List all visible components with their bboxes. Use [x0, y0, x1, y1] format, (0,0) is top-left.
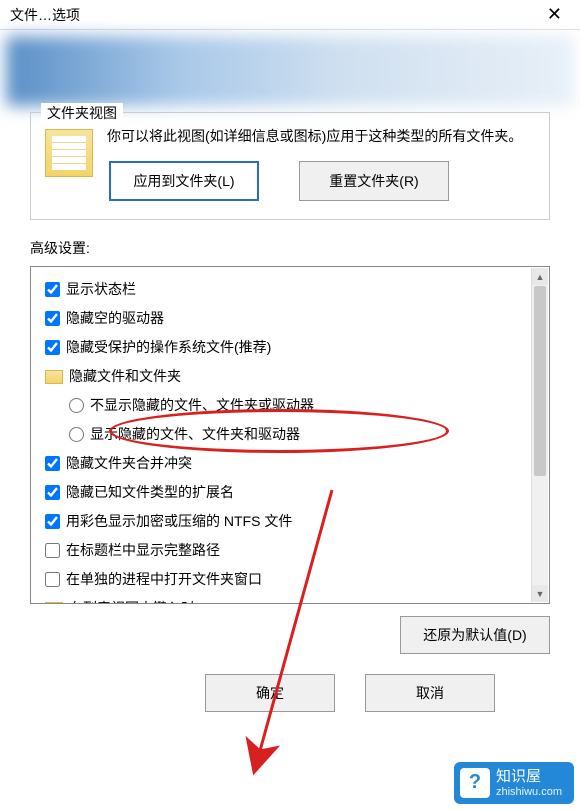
- radio[interactable]: [69, 427, 84, 442]
- folder-icon: [45, 602, 63, 605]
- checkbox[interactable]: [45, 514, 60, 529]
- ok-button[interactable]: 确定: [205, 674, 335, 712]
- apply-to-folders-button[interactable]: 应用到文件夹(L): [109, 161, 259, 201]
- cancel-button[interactable]: 取消: [365, 674, 495, 712]
- watermark-icon: ?: [460, 768, 490, 798]
- watermark-url: zhishiwu.com: [496, 786, 562, 800]
- tree-item-label: 显示隐藏的文件、文件夹和驱动器: [90, 424, 300, 445]
- watermark: ? 知识屋 zhishiwu.com: [454, 762, 574, 805]
- tree-item[interactable]: 显示状态栏: [37, 275, 543, 304]
- reset-folders-button[interactable]: 重置文件夹(R): [299, 161, 449, 201]
- folder-view-group: 文件夹视图 你可以将此视图(如详细信息或图标)应用于这种类型的所有文件夹。 应用…: [30, 112, 550, 220]
- scroll-thumb[interactable]: [534, 286, 546, 476]
- title-bar: 文件…选项 ✕: [0, 0, 580, 30]
- tree-item[interactable]: 在列表视图中键入时: [37, 594, 543, 604]
- folder-view-desc: 你可以将此视图(如详细信息或图标)应用于这种类型的所有文件夹。: [107, 125, 535, 147]
- window-title: 文件…选项: [10, 5, 539, 25]
- tree-item-label: 在列表视图中键入时: [69, 598, 195, 604]
- tree-item-label: 隐藏已知文件类型的扩展名: [66, 482, 234, 503]
- checkbox[interactable]: [45, 340, 60, 355]
- folder-icon: [45, 129, 93, 177]
- tree-item-label: 隐藏受保护的操作系统文件(推荐): [66, 337, 271, 358]
- checkbox[interactable]: [45, 543, 60, 558]
- watermark-name: 知识屋: [496, 768, 562, 787]
- scroll-up-icon[interactable]: ▲: [532, 268, 548, 285]
- radio[interactable]: [69, 398, 84, 413]
- folder-icon: [45, 370, 63, 384]
- tree-item-label: 隐藏文件夹合并冲突: [66, 453, 192, 474]
- tree-item[interactable]: 隐藏文件和文件夹: [37, 362, 543, 391]
- checkbox[interactable]: [45, 485, 60, 500]
- tree-item-label: 隐藏文件和文件夹: [69, 366, 181, 387]
- tree-item-label: 隐藏空的驱动器: [66, 308, 164, 329]
- tree-item[interactable]: 隐藏受保护的操作系统文件(推荐): [37, 333, 543, 362]
- tree-item-label: 用彩色显示加密或压缩的 NTFS 文件: [66, 511, 292, 532]
- scroll-down-icon[interactable]: ▼: [532, 585, 548, 602]
- advanced-settings-tree: 显示状态栏隐藏空的驱动器隐藏受保护的操作系统文件(推荐) 隐藏文件和文件夹不显示隐…: [30, 266, 550, 604]
- tree-item[interactable]: 在单独的进程中打开文件夹窗口: [37, 565, 543, 594]
- advanced-settings-label: 高级设置:: [30, 238, 550, 258]
- tree-item[interactable]: 用彩色显示加密或压缩的 NTFS 文件: [37, 507, 543, 536]
- folder-view-legend: 文件夹视图: [41, 103, 123, 123]
- tree-item[interactable]: 隐藏已知文件类型的扩展名: [37, 478, 543, 507]
- restore-defaults-button[interactable]: 还原为默认值(D): [400, 616, 550, 654]
- tree-item[interactable]: 在标题栏中显示完整路径: [37, 536, 543, 565]
- tree-item-label: 在标题栏中显示完整路径: [66, 540, 220, 561]
- checkbox[interactable]: [45, 311, 60, 326]
- close-icon[interactable]: ✕: [539, 4, 570, 25]
- blurred-region: [6, 36, 574, 106]
- tree-item[interactable]: 显示隐藏的文件、文件夹和驱动器: [37, 420, 543, 449]
- tree-item[interactable]: 隐藏文件夹合并冲突: [37, 449, 543, 478]
- tree-item-label: 显示状态栏: [66, 279, 136, 300]
- checkbox[interactable]: [45, 456, 60, 471]
- checkbox[interactable]: [45, 572, 60, 587]
- tree-item-label: 不显示隐藏的文件、文件夹或驱动器: [90, 395, 314, 416]
- scrollbar[interactable]: ▲ ▼: [531, 268, 548, 602]
- tree-item-label: 在单独的进程中打开文件夹窗口: [66, 569, 262, 590]
- tree-item[interactable]: 隐藏空的驱动器: [37, 304, 543, 333]
- tree-item[interactable]: 不显示隐藏的文件、文件夹或驱动器: [37, 391, 543, 420]
- checkbox[interactable]: [45, 282, 60, 297]
